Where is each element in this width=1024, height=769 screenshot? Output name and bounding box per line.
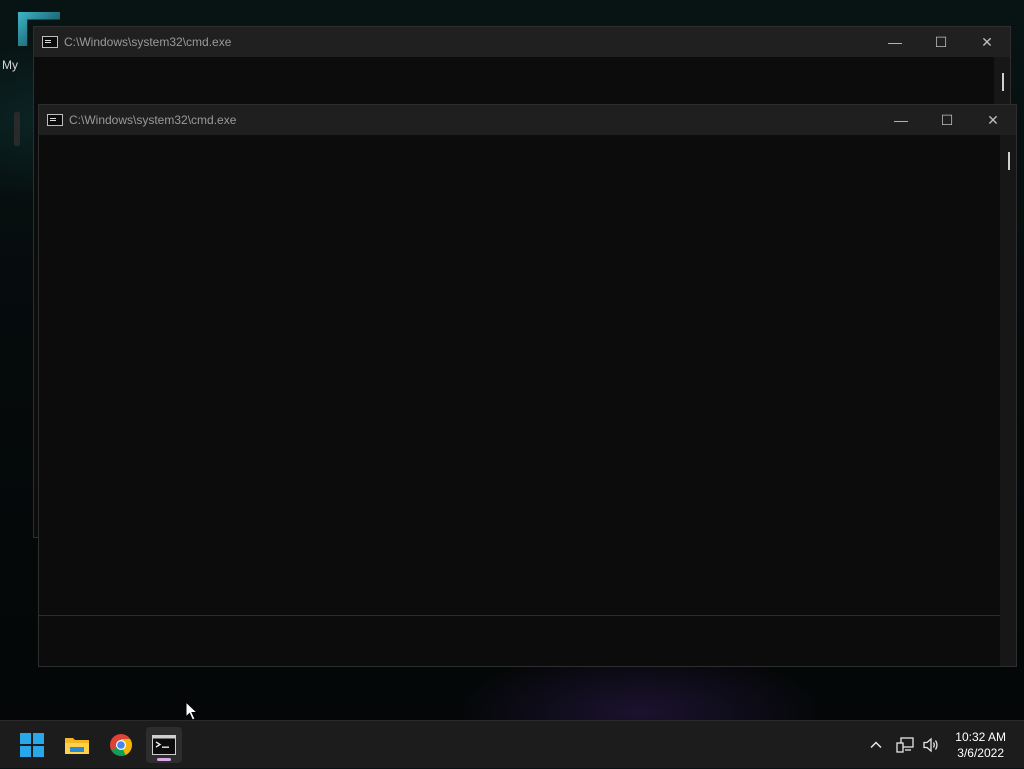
title-bar[interactable]: C:\Windows\system32\cmd.exe — ☐ ✕	[34, 27, 1010, 57]
start-button[interactable]	[14, 727, 50, 763]
desktop-icon-label: My	[2, 58, 18, 72]
volume-icon[interactable]	[922, 736, 940, 754]
cmd-taskbar-button[interactable]	[146, 727, 182, 763]
windows-logo-icon	[20, 733, 44, 757]
console-divider	[39, 615, 1000, 616]
scrollbar-thumb[interactable]	[1002, 73, 1004, 91]
cmd-window-front[interactable]: C:\Windows\system32\cmd.exe — ☐ ✕	[38, 104, 1017, 667]
vertical-scrollbar[interactable]	[1000, 135, 1016, 666]
scrollbar-thumb[interactable]	[1008, 152, 1010, 170]
close-button[interactable]: ✕	[970, 105, 1016, 135]
window-title: C:\Windows\system32\cmd.exe	[69, 113, 237, 127]
mouse-cursor-icon	[185, 701, 199, 721]
cmd-icon	[152, 735, 176, 755]
minimize-button[interactable]: —	[878, 105, 924, 135]
clock[interactable]: 10:32 AM 3/6/2022	[955, 729, 1006, 761]
folder-icon	[65, 738, 89, 754]
minimize-button[interactable]: —	[872, 27, 918, 57]
cmd-icon	[42, 36, 58, 48]
chrome-button[interactable]	[103, 727, 139, 763]
taskbar: 10:32 AM 3/6/2022	[0, 720, 1024, 768]
active-indicator	[157, 758, 171, 761]
cmd-icon	[47, 114, 63, 126]
close-button[interactable]: ✕	[964, 27, 1010, 57]
network-icon[interactable]	[896, 736, 914, 754]
chevron-up-icon[interactable]	[868, 737, 884, 753]
desktop-icon-sliver	[14, 112, 20, 146]
window-title: C:\Windows\system32\cmd.exe	[64, 35, 232, 49]
maximize-button[interactable]: ☐	[918, 27, 964, 57]
console-area[interactable]	[39, 135, 1000, 666]
maximize-button[interactable]: ☐	[924, 105, 970, 135]
file-explorer-button[interactable]	[59, 727, 95, 763]
chrome-icon	[110, 734, 132, 756]
clock-time: 10:32 AM	[955, 730, 1006, 744]
clock-date: 3/6/2022	[957, 746, 1004, 760]
title-bar[interactable]: C:\Windows\system32\cmd.exe — ☐ ✕	[39, 105, 1016, 135]
